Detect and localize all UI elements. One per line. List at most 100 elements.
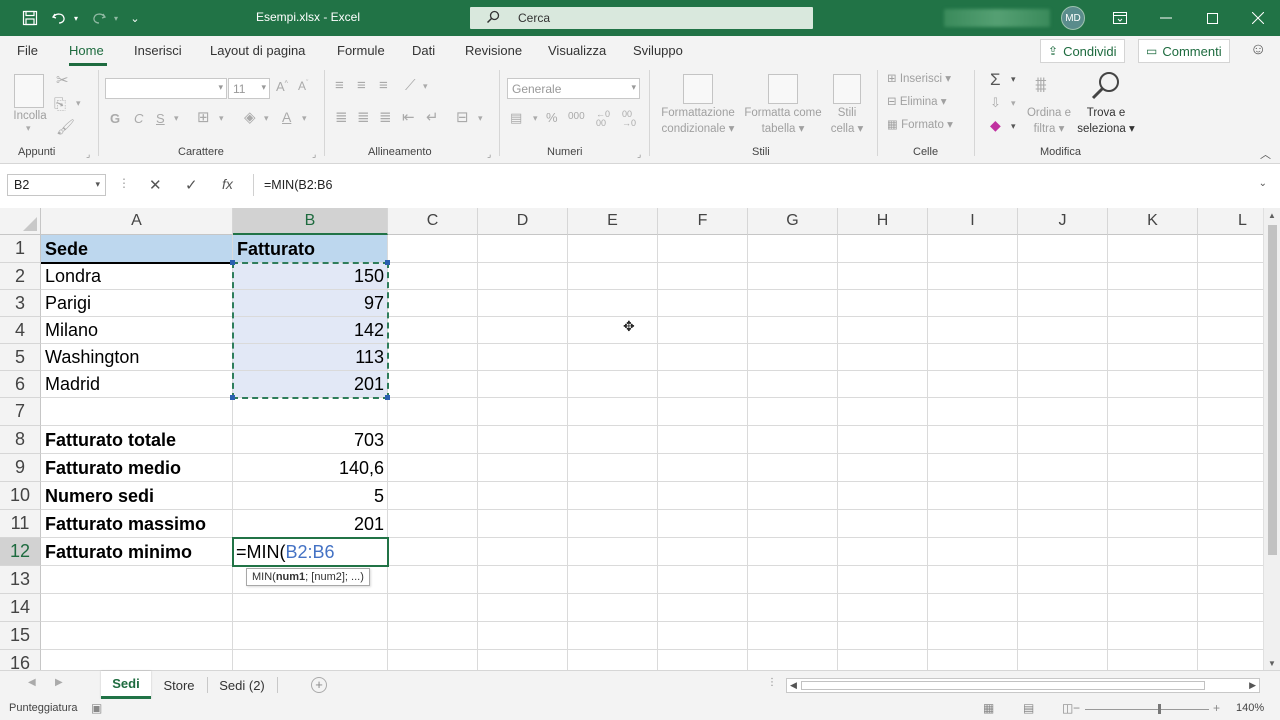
- row-header-14[interactable]: 14: [0, 594, 41, 622]
- formula-input[interactable]: =MIN(B2:B6 ⌄: [253, 174, 1275, 196]
- font-launcher-icon[interactable]: ⌟: [312, 149, 316, 160]
- row-header-11[interactable]: 11: [0, 510, 41, 538]
- borders-icon[interactable]: ⊞: [197, 110, 210, 125]
- conditional-formatting-label-1[interactable]: Formattazione: [656, 105, 740, 121]
- scroll-up-icon[interactable]: ▲: [1268, 211, 1276, 220]
- save-icon[interactable]: [18, 0, 42, 36]
- clear-dropdown-icon[interactable]: ▾: [1011, 122, 1016, 131]
- cell-b9[interactable]: 140,6: [233, 454, 388, 482]
- clipboard-launcher-icon[interactable]: ⌟: [86, 149, 90, 160]
- find-select-icon[interactable]: [1090, 70, 1122, 105]
- sheet-tab-sedi[interactable]: Sedi: [101, 671, 151, 699]
- format-cells-button[interactable]: ▦ Formato ▾: [887, 117, 953, 133]
- row-header-13[interactable]: 13: [0, 566, 41, 594]
- worksheet-grid[interactable]: A B C D E F G H I J K L 1 2 3 4 5 6 7 8 …: [0, 208, 1263, 670]
- copy-dropdown-icon[interactable]: ▾: [76, 99, 81, 108]
- align-left-icon[interactable]: ≣: [335, 110, 348, 125]
- scroll-left-icon[interactable]: ◀: [790, 680, 797, 691]
- tab-insert[interactable]: Inserisci: [134, 43, 182, 58]
- collapse-ribbon-icon[interactable]: ︿: [1260, 146, 1271, 162]
- tab-formulas[interactable]: Formule: [337, 43, 385, 58]
- sort-filter-label-2[interactable]: filtra ▾: [1024, 121, 1074, 137]
- number-launcher-icon[interactable]: ⌟: [637, 149, 641, 160]
- font-name-combo[interactable]: ▾: [105, 78, 227, 99]
- minimize-icon[interactable]: [1143, 0, 1189, 36]
- cell-b1[interactable]: Fatturato: [233, 235, 388, 263]
- number-format-combo[interactable]: Generale ▾: [507, 78, 640, 99]
- borders-dropdown-icon[interactable]: ▾: [219, 114, 224, 123]
- tab-page-layout[interactable]: Layout di pagina: [210, 43, 305, 58]
- function-tooltip[interactable]: MIN(num1; [num2]; ...): [246, 568, 370, 586]
- share-button[interactable]: ⇪ Condividi: [1040, 39, 1125, 63]
- cell-b12-formula[interactable]: =MIN(B2:B6: [236, 538, 386, 566]
- cell-a6[interactable]: Madrid: [41, 371, 233, 398]
- percent-icon[interactable]: %: [546, 111, 558, 124]
- cell-a8[interactable]: Fatturato totale: [41, 426, 233, 454]
- cell-b11[interactable]: 201: [233, 510, 388, 538]
- paste-label[interactable]: Incolla: [10, 108, 50, 124]
- close-icon[interactable]: [1235, 0, 1280, 36]
- row-header-5[interactable]: 5: [0, 344, 41, 371]
- currency-dropdown-icon[interactable]: ▾: [533, 114, 538, 123]
- increase-decimal-icon[interactable]: ←0 00: [596, 110, 610, 128]
- bold-button[interactable]: G: [110, 112, 120, 125]
- range-handle[interactable]: [230, 395, 235, 400]
- expand-formula-icon[interactable]: ⌄: [1259, 178, 1267, 189]
- range-handle[interactable]: [230, 260, 235, 265]
- increase-font-icon[interactable]: A^: [276, 80, 288, 93]
- font-color-icon[interactable]: A: [282, 110, 291, 124]
- format-painter-icon[interactable]: 🖌: [56, 120, 75, 135]
- fill-dropdown-icon[interactable]: ▾: [1011, 99, 1016, 108]
- row-header-2[interactable]: 2: [0, 263, 41, 290]
- orientation-dropdown-icon[interactable]: ▾: [423, 82, 428, 91]
- cut-icon[interactable]: ✂: [56, 73, 69, 88]
- column-header-d[interactable]: D: [478, 208, 568, 235]
- zoom-slider-thumb[interactable]: [1158, 704, 1161, 714]
- align-middle-icon[interactable]: ≡: [357, 78, 366, 93]
- conditional-formatting-label-2[interactable]: condizionale ▾: [656, 121, 740, 137]
- italic-button[interactable]: C: [134, 112, 143, 125]
- range-handle[interactable]: [385, 260, 390, 265]
- tab-file[interactable]: File: [17, 43, 38, 58]
- row-header-1[interactable]: 1: [0, 235, 41, 263]
- paste-dropdown-icon[interactable]: ▾: [26, 124, 31, 133]
- name-box[interactable]: B2 ▾: [7, 174, 106, 196]
- column-header-b[interactable]: B: [233, 208, 388, 235]
- row-header-6[interactable]: 6: [0, 371, 41, 398]
- comments-button[interactable]: ▭ Commenti: [1138, 39, 1230, 63]
- tab-developer[interactable]: Sviluppo: [633, 43, 683, 58]
- decrease-decimal-icon[interactable]: 00 →0: [622, 110, 636, 128]
- cell-b10[interactable]: 5: [233, 482, 388, 510]
- row-header-12[interactable]: 12: [0, 538, 41, 566]
- column-header-g[interactable]: G: [748, 208, 838, 235]
- cell-a11[interactable]: Fatturato massimo: [41, 510, 233, 538]
- column-header-a[interactable]: A: [41, 208, 233, 235]
- prev-sheet-icon[interactable]: ◀: [28, 677, 36, 688]
- select-all-corner[interactable]: [0, 208, 41, 235]
- currency-icon[interactable]: ▤: [510, 111, 522, 124]
- column-header-l[interactable]: L: [1198, 208, 1263, 235]
- user-name-blurred[interactable]: [944, 9, 1050, 27]
- cell-a10[interactable]: Numero sedi: [41, 482, 233, 510]
- align-center-icon[interactable]: ≣: [357, 110, 370, 125]
- customize-toolbar-icon[interactable]: ⌄: [128, 0, 142, 36]
- normal-view-icon[interactable]: ▦: [983, 701, 994, 715]
- row-header-10[interactable]: 10: [0, 482, 41, 510]
- cell-styles-label-1[interactable]: Stili: [826, 105, 868, 121]
- alignment-launcher-icon[interactable]: ⌟: [487, 149, 491, 160]
- search-box[interactable]: Cerca: [470, 7, 813, 29]
- row-header-8[interactable]: 8: [0, 426, 41, 454]
- clear-icon[interactable]: ◆: [990, 118, 1001, 132]
- delete-cells-button[interactable]: ⊟ Elimina ▾: [887, 94, 947, 110]
- redo-icon[interactable]: [88, 0, 110, 36]
- scroll-down-icon[interactable]: ▼: [1268, 659, 1276, 668]
- cell-a9[interactable]: Fatturato medio: [41, 454, 233, 482]
- row-header-16[interactable]: 16: [0, 650, 41, 670]
- horizontal-scrollbar[interactable]: ◀ ▶: [786, 678, 1260, 693]
- column-header-f[interactable]: F: [658, 208, 748, 235]
- vertical-scrollbar[interactable]: ▲ ▼: [1263, 208, 1280, 670]
- undo-icon[interactable]: [48, 0, 70, 36]
- scroll-right-icon[interactable]: ▶: [1249, 680, 1256, 691]
- undo-dropdown-icon[interactable]: ▾: [70, 0, 82, 36]
- row-header-4[interactable]: 4: [0, 317, 41, 344]
